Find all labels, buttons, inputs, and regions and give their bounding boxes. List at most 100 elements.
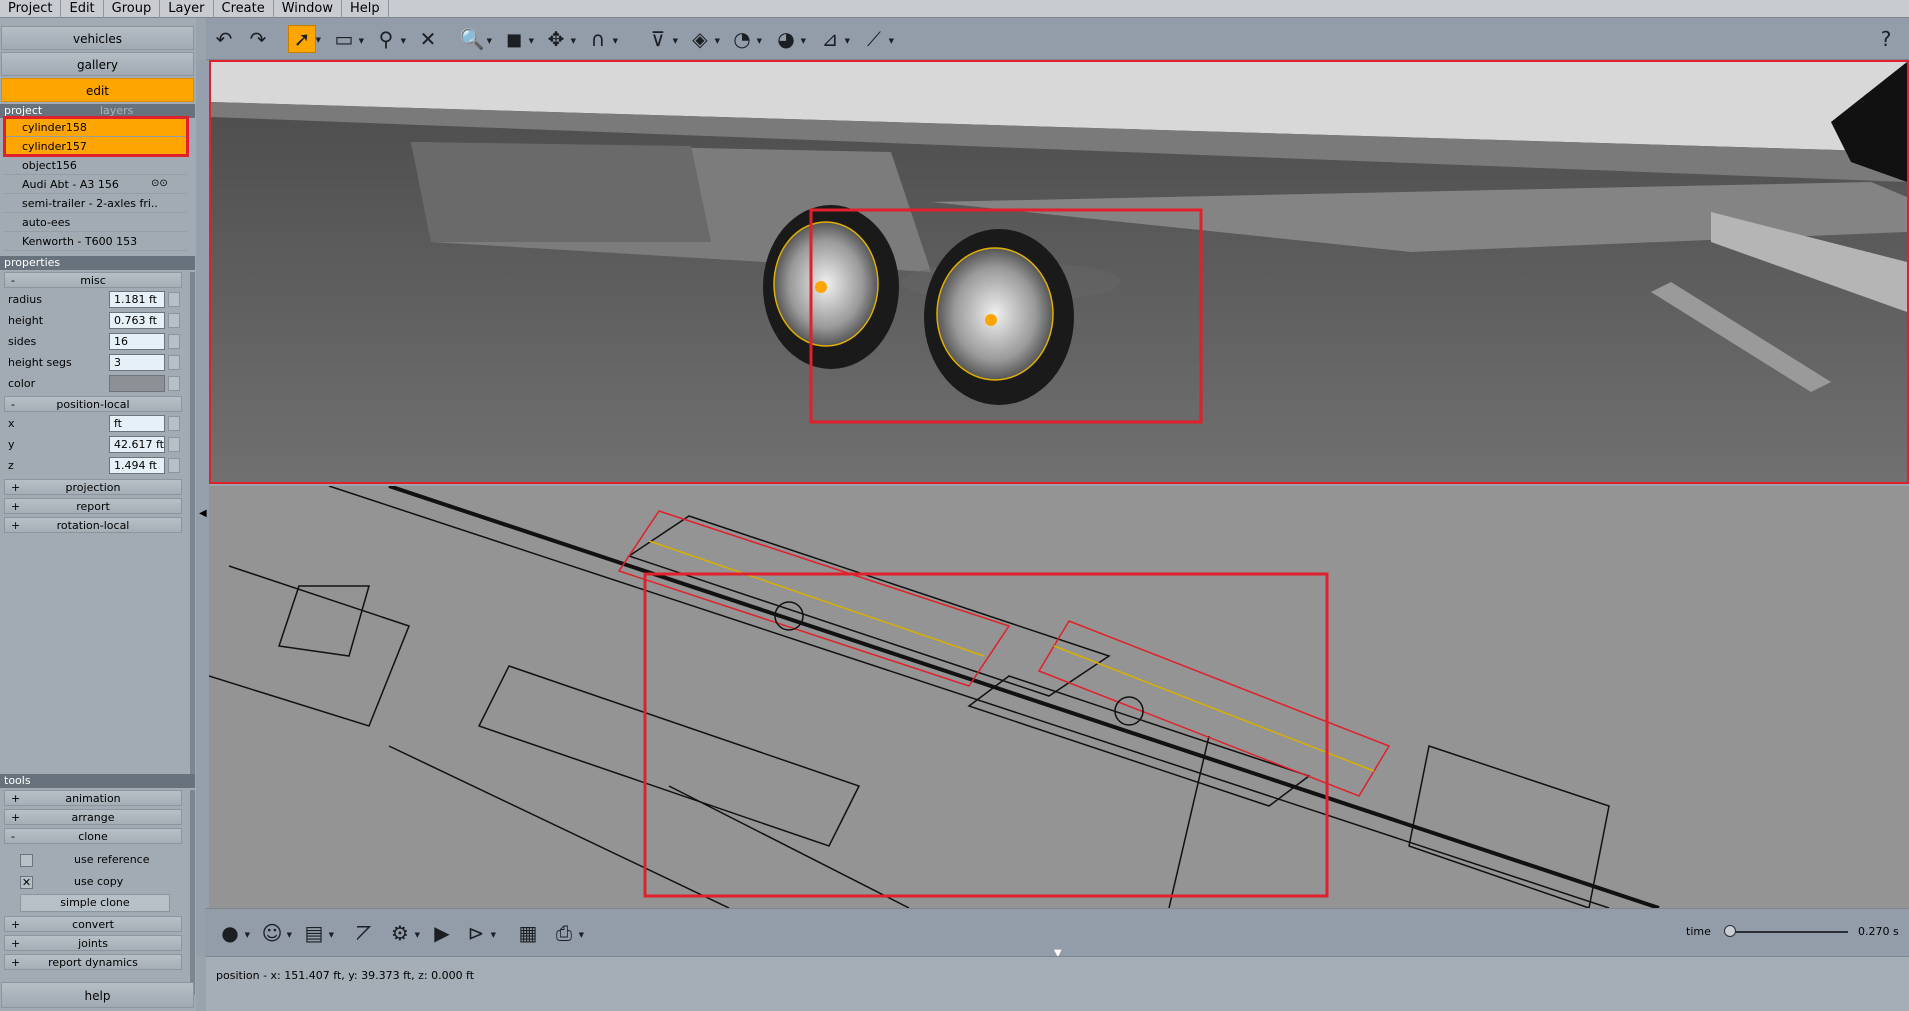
use-copy-checkbox[interactable]: ✕ <box>20 876 33 889</box>
menu-project[interactable]: Project <box>0 0 62 18</box>
graph-icon[interactable]: ⦢ <box>350 919 378 947</box>
x-field[interactable]: ft <box>109 415 165 432</box>
play-icon[interactable]: ▶ <box>428 919 456 947</box>
project-item-audi[interactable]: Audi Abt - A3 156 ⊙⊙ <box>4 175 187 194</box>
top-viewport[interactable] <box>209 486 1909 908</box>
perspective-viewport[interactable] <box>209 60 1909 484</box>
rotation-local-group[interactable]: + rotation-local <box>4 517 182 533</box>
help-icon[interactable]: ? <box>1872 25 1900 53</box>
expand-sign: + <box>11 500 21 513</box>
menu-help[interactable]: Help <box>342 0 389 18</box>
joints-group[interactable]: + joints <box>4 935 182 951</box>
spin-button[interactable] <box>168 313 180 328</box>
spin-button[interactable] <box>168 437 180 452</box>
simulation-icon[interactable]: ⚙ ▼ <box>386 919 420 947</box>
list-item-label: object156 <box>22 159 77 172</box>
project-item-auto-ees[interactable]: auto-ees <box>4 213 187 232</box>
radius-field[interactable]: 1.181 ft <box>109 291 165 308</box>
angle-measure-icon[interactable]: ◔ ▼ <box>728 25 762 53</box>
shading-sphere-icon[interactable]: ● ▼ <box>216 919 250 947</box>
chevron-left-icon[interactable]: ◀ <box>199 508 207 519</box>
select-arrow-icon[interactable]: ➚ ▼ <box>288 25 321 53</box>
animation-group[interactable]: + animation <box>4 790 182 806</box>
use-reference-label: use reference <box>74 853 150 866</box>
panel-splitter[interactable]: ◀ <box>196 60 209 956</box>
sides-field[interactable]: 16 <box>109 333 165 350</box>
redo-icon[interactable]: ↷ <box>244 25 272 53</box>
dimension-icon[interactable]: ⊿ ▼ <box>816 25 850 53</box>
undo-icon[interactable]: ↶ <box>210 25 238 53</box>
vehicles-button[interactable]: vehicles <box>1 26 194 50</box>
camera-head-icon[interactable]: ☺ ▼ <box>258 919 292 947</box>
edit-button[interactable]: edit <box>1 78 194 102</box>
spin-button[interactable] <box>168 292 180 307</box>
time-value: 0.270 s <box>1858 925 1899 938</box>
printer-icon[interactable]: ⎙ ▼ <box>550 919 584 947</box>
expand-sign: + <box>11 481 21 494</box>
arrange-group[interactable]: + arrange <box>4 809 182 825</box>
height-field[interactable]: 0.763 ft <box>109 312 165 329</box>
status-text: position - x: 151.407 ft, y: 39.373 ft, … <box>216 969 475 982</box>
menu-window[interactable]: Window <box>274 0 342 18</box>
convert-group[interactable]: + convert <box>4 916 182 932</box>
tools-scrollbar[interactable] <box>190 790 195 995</box>
rectangle-select-icon[interactable]: ▭ ▼ <box>330 25 364 53</box>
group-label: joints <box>78 937 108 950</box>
layout-split-icon[interactable]: ▤ ▼ <box>300 919 334 947</box>
use-reference-checkbox[interactable] <box>20 854 33 867</box>
sides-label: sides <box>8 335 37 348</box>
spin-button[interactable] <box>168 416 180 431</box>
document-icon[interactable]: ▦ <box>514 919 542 947</box>
projection-group[interactable]: + projection <box>4 479 182 495</box>
report-group[interactable]: + report <box>4 498 182 514</box>
simple-clone-button[interactable]: simple clone <box>20 894 170 912</box>
magnet-icon[interactable]: ∩ ▼ <box>584 25 618 53</box>
clone-group[interactable]: - clone <box>4 828 182 844</box>
color-swatch[interactable] <box>109 375 165 392</box>
height-row: height 0.763 ft <box>4 310 182 331</box>
expand-sign: + <box>11 956 21 969</box>
position-local-group[interactable]: - position-local <box>4 396 182 412</box>
report-dynamics-group[interactable]: + report dynamics <box>4 954 182 970</box>
menu-layer[interactable]: Layer <box>160 0 214 18</box>
wheel-right <box>924 229 1074 405</box>
menu-edit[interactable]: Edit <box>61 0 104 18</box>
properties-scrollbar[interactable] <box>190 272 195 777</box>
x-label: x <box>8 417 15 430</box>
help-button[interactable]: help <box>1 982 194 1008</box>
project-item-object156[interactable]: object156 <box>4 156 187 175</box>
height-segs-field[interactable]: 3 <box>109 354 165 371</box>
z-row: z 1.494 ft <box>4 455 182 476</box>
group-label: position-local <box>56 398 130 411</box>
spin-button[interactable] <box>168 376 180 391</box>
play-step-icon[interactable]: ⊳ ▼ <box>462 919 496 947</box>
y-field[interactable]: 42.617 ft <box>109 436 165 453</box>
time-label: time <box>1686 925 1711 938</box>
bucket-icon[interactable]: ⊽ ▼ <box>644 25 678 53</box>
misc-group[interactable]: - misc <box>4 272 182 288</box>
tape-measure-icon[interactable]: ⟋ ▼ <box>860 25 894 53</box>
z-field[interactable]: 1.494 ft <box>109 457 165 474</box>
collapse-sign: - <box>11 398 15 411</box>
spin-button[interactable] <box>168 334 180 349</box>
spin-button[interactable] <box>168 355 180 370</box>
eye-icon[interactable]: ⊙⊙ <box>151 179 168 189</box>
time-slider-knob[interactable] <box>1724 925 1736 937</box>
menu-group[interactable]: Group <box>104 0 161 18</box>
delete-icon[interactable]: ✕ <box>414 25 442 53</box>
menu-create[interactable]: Create <box>214 0 274 18</box>
box-icon[interactable]: ◼ ▼ <box>500 25 534 53</box>
time-slider-track[interactable] <box>1728 931 1848 933</box>
transform-gizmo-icon[interactable]: ⚲ ▼ <box>372 25 406 53</box>
expand-sign: + <box>11 918 21 931</box>
speedometer-icon[interactable]: ◕ ▼ <box>772 25 806 53</box>
spin-button[interactable] <box>168 458 180 473</box>
plane-icon[interactable]: ◈ ▼ <box>686 25 720 53</box>
move-icon[interactable]: ✥ ▼ <box>542 25 576 53</box>
project-item-semi-trailer[interactable]: semi-trailer - 2-axles fri.. <box>4 194 187 213</box>
project-item-kenworth[interactable]: Kenworth - T600 153 <box>4 232 187 251</box>
gallery-button[interactable]: gallery <box>1 52 194 76</box>
left-panel: vehicles gallery edit project layers cyl… <box>0 18 196 1011</box>
color-label: color <box>8 377 36 390</box>
zoom-icon[interactable]: 🔍 ▼ <box>458 25 492 53</box>
